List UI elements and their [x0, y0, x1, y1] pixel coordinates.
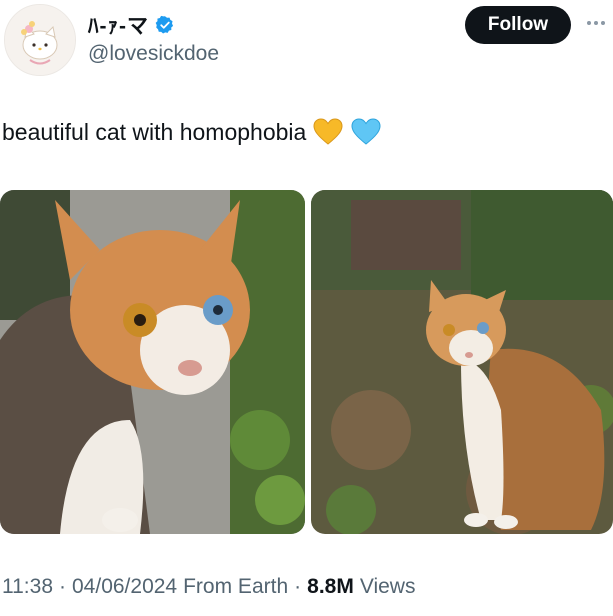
- avatar[interactable]: [4, 4, 76, 76]
- more-options-icon[interactable]: [587, 18, 609, 28]
- tweet-meta: 11:38 · 04/06/2024 From Earth · 8.8M Vie…: [2, 575, 415, 599]
- cat-photo-standing[interactable]: [311, 190, 613, 534]
- cat-photo-closeup[interactable]: [0, 190, 305, 534]
- hello-kitty-avatar-icon: [5, 5, 75, 75]
- user-handle[interactable]: @lovesickdoe: [88, 42, 219, 66]
- media-grid: [0, 190, 613, 534]
- tweet-text: beautiful cat with homophobia: [2, 116, 382, 148]
- meta-separator: ·: [294, 575, 302, 598]
- verified-badge-icon: [155, 15, 174, 34]
- display-name[interactable]: ﾊ-ｧ-マ: [88, 10, 149, 40]
- tweet-source: From Earth: [183, 575, 289, 598]
- light-blue-heart-icon: [351, 118, 381, 145]
- views-count[interactable]: 8.8M: [307, 575, 354, 599]
- meta-separator: ·: [59, 575, 66, 598]
- tweet-time[interactable]: 11:38: [2, 575, 53, 599]
- tweet-date[interactable]: 04/06/2024: [72, 575, 177, 599]
- display-name-row: ﾊ-ｧ-マ: [88, 10, 175, 40]
- follow-button[interactable]: Follow: [465, 6, 571, 44]
- yellow-heart-icon: [313, 118, 343, 145]
- tweet-text-content: beautiful cat with homophobia: [2, 118, 307, 145]
- cat-closeup-image: [0, 190, 305, 534]
- cat-standing-image: [311, 190, 613, 534]
- tweet-header: ﾊ-ｧ-マ @lovesickdoe Follow: [0, 0, 613, 90]
- views-label: Views: [359, 575, 416, 598]
